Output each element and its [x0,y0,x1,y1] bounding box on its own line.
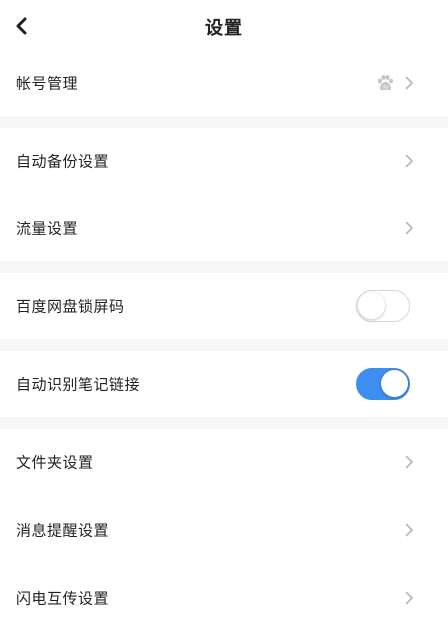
lock-screen-code-toggle[interactable] [356,290,410,322]
navigation-header: 设置 [0,0,448,54]
section-divider [0,417,448,429]
settings-row-folder[interactable]: 文件夹设置 [0,429,448,495]
settings-row-label: 自动识别笔记链接 [16,375,141,394]
settings-row-account[interactable]: 帐号管理 du [0,50,448,116]
toggle-knob [358,292,385,319]
settings-row-label: 文件夹设置 [16,453,94,472]
baidu-paw-icon: du [378,75,393,91]
chevron-right-icon [405,455,413,469]
toggle-knob [381,370,408,397]
settings-row-label: 闪电互传设置 [16,589,110,608]
chevron-right-icon [405,76,413,90]
auto-detect-note-links-toggle[interactable] [356,368,410,400]
svg-text:du: du [382,85,388,91]
section-divider [0,339,448,351]
settings-row-auto-backup[interactable]: 自动备份设置 [0,128,448,194]
settings-row-notifications[interactable]: 消息提醒设置 [0,497,448,563]
chevron-right-icon [405,523,413,537]
settings-row-label: 自动备份设置 [16,152,110,171]
settings-row-label: 流量设置 [16,219,79,238]
chevron-right-icon [405,154,413,168]
section-divider [0,116,448,128]
settings-row-auto-detect-note-links: 自动识别笔记链接 [0,351,448,417]
settings-row-flash-transfer[interactable]: 闪电互传设置 [0,565,448,625]
chevron-right-icon [405,591,413,605]
settings-row-label: 百度网盘锁屏码 [16,297,125,316]
section-divider [0,261,448,273]
settings-row-label: 帐号管理 [16,74,79,93]
chevron-right-icon [405,221,413,235]
settings-row-label: 消息提醒设置 [16,521,110,540]
settings-row-lock-screen-code: 百度网盘锁屏码 [0,273,448,339]
page-title: 设置 [205,18,243,39]
settings-row-data-usage[interactable]: 流量设置 [0,195,448,261]
